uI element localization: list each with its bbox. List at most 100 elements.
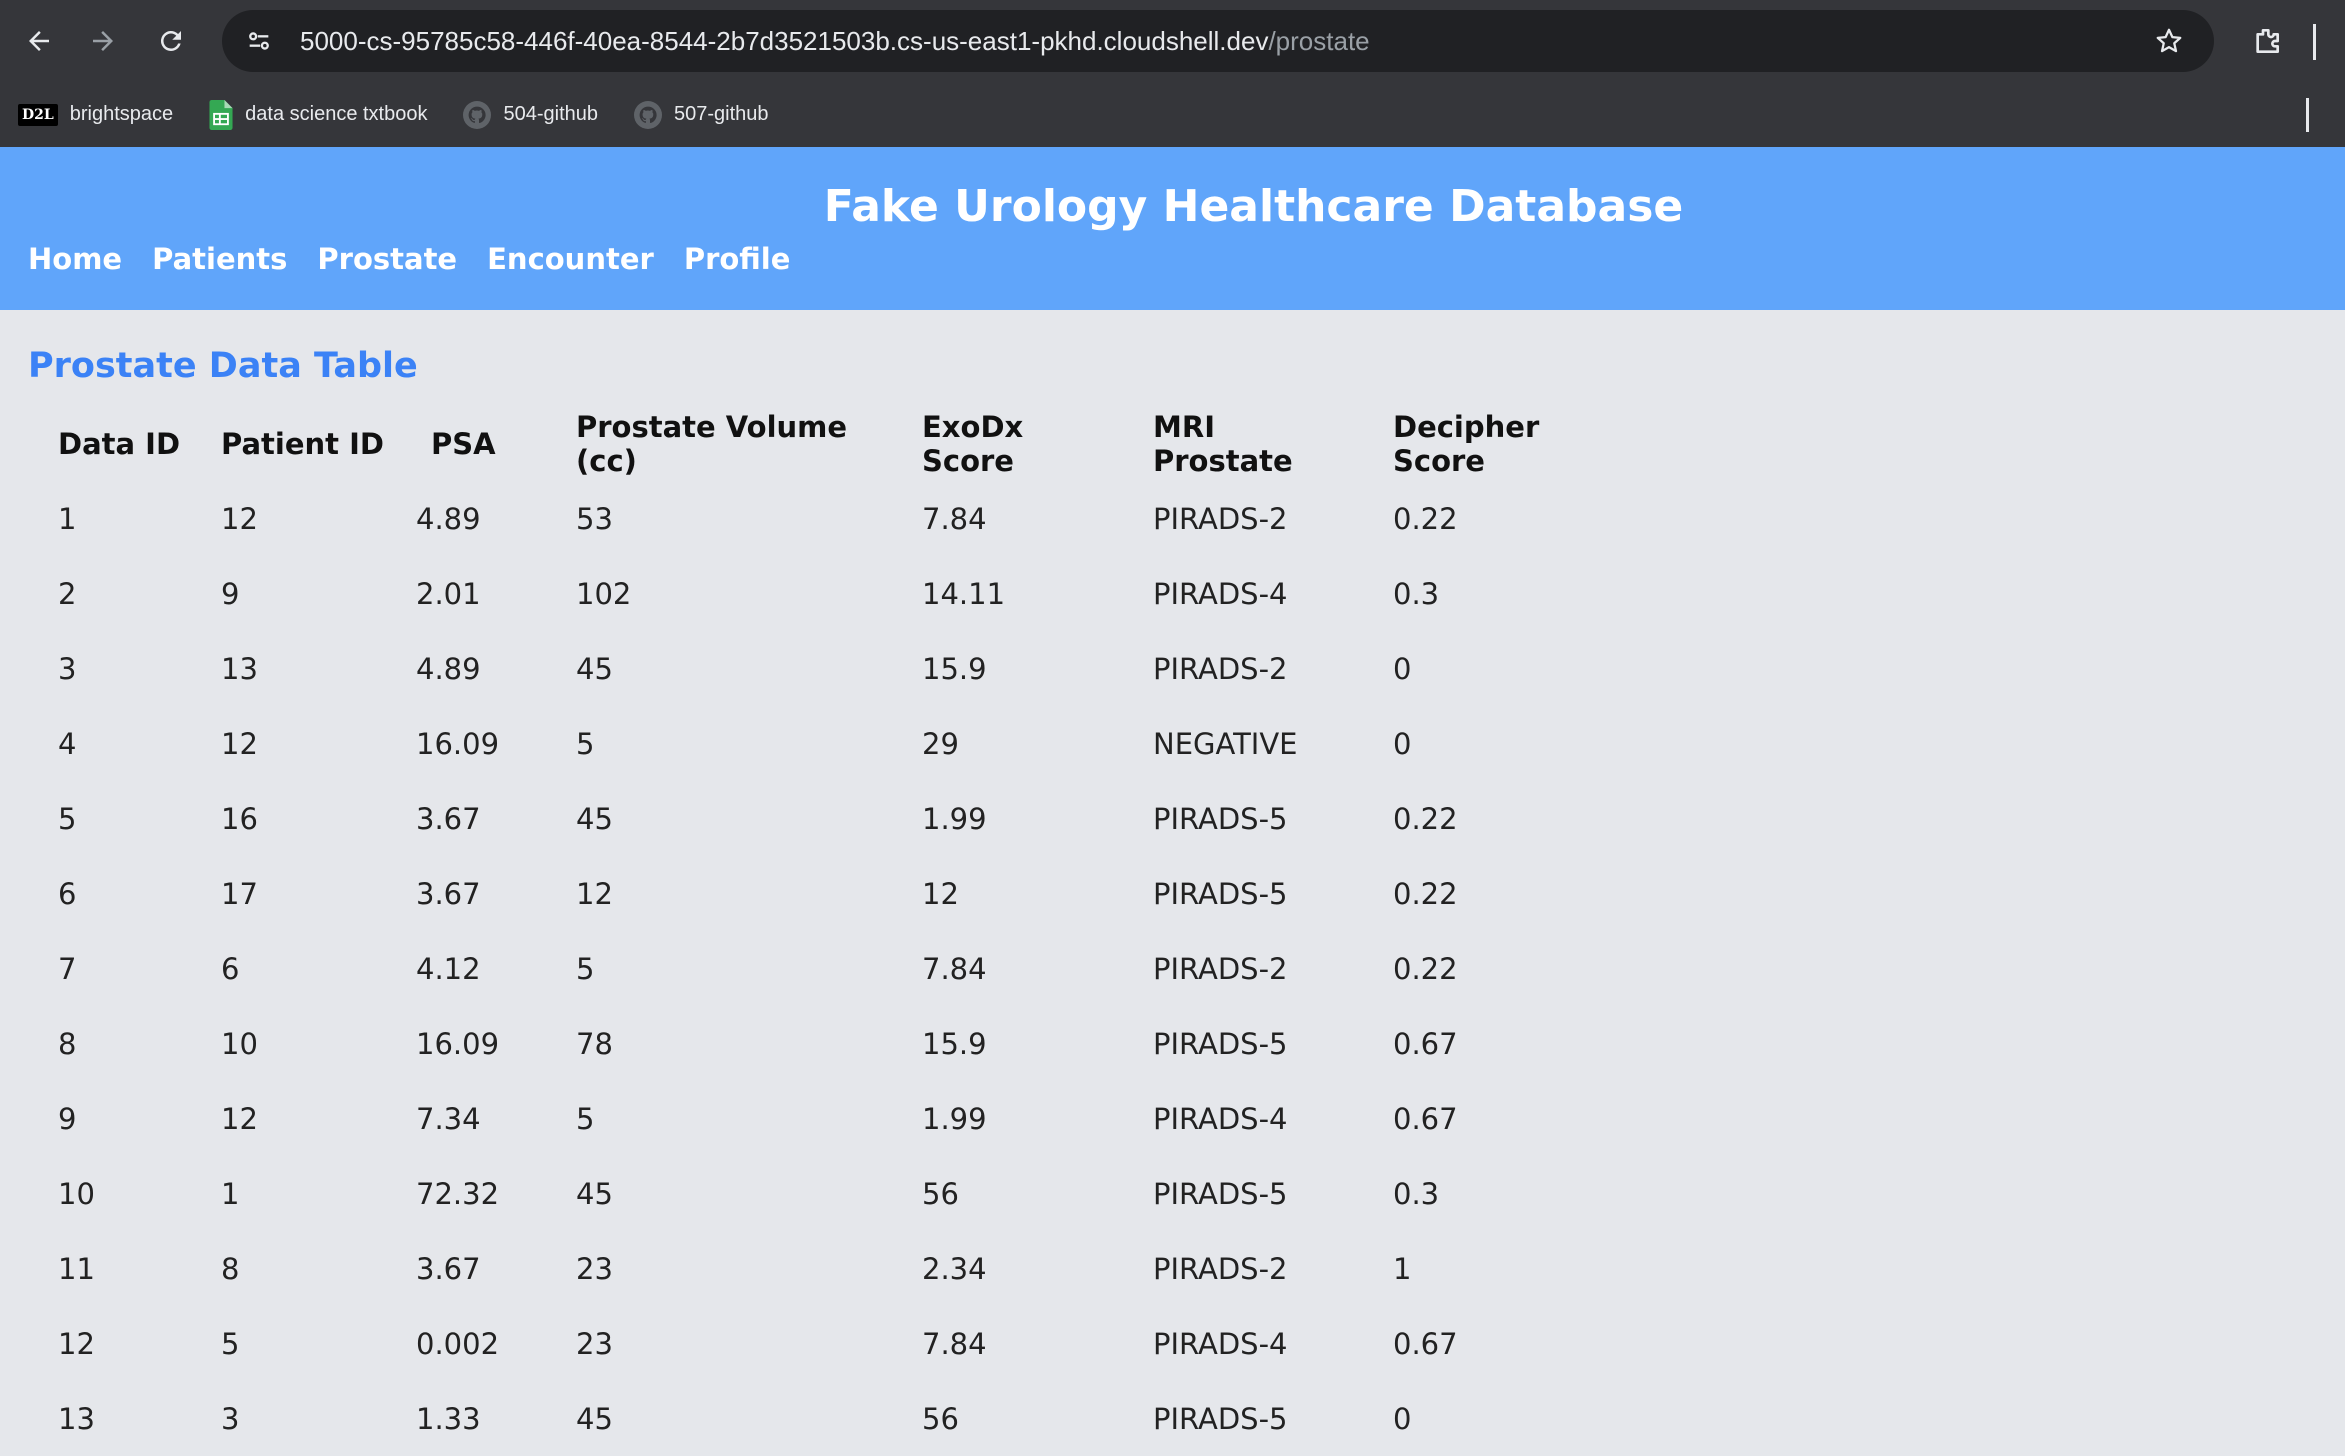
- bookmark-504-github[interactable]: 504-github: [463, 100, 599, 129]
- table-cell: 7.34: [416, 1101, 481, 1136]
- table-cell: PIRADS-5: [1153, 801, 1288, 836]
- table-row: 8 10 16.09 78 15.9 PIRADS-5 0.67: [28, 1006, 1613, 1081]
- table-cell: 16.09: [416, 1026, 500, 1061]
- table-cell: 4.89: [416, 651, 481, 686]
- table-row: 5 16 3.67 45 1.99 PIRADS-5 0.22: [28, 781, 1613, 856]
- column-header: Patient ID: [221, 426, 384, 461]
- table-cell: 8: [221, 1251, 240, 1286]
- table-cell: 9: [221, 576, 240, 611]
- sheets-icon: [209, 99, 233, 130]
- table-cell: 0.002: [416, 1326, 500, 1361]
- table-row: 7 6 4.12 5 7.84 PIRADS-2 0.22: [28, 931, 1613, 1006]
- table-header-row: Data ID Patient ID PSA Prostate Volume (…: [28, 406, 1613, 481]
- table-cell: 0.3: [1393, 1176, 1440, 1211]
- d2l-icon: D2L: [18, 103, 58, 126]
- table-row: 4 12 16.09 5 29 NEGATIVE 0: [28, 706, 1613, 781]
- table-cell: 7.84: [922, 1326, 987, 1361]
- section-title: Prostate Data Table: [28, 346, 418, 386]
- table-cell: 11: [58, 1251, 95, 1286]
- table-cell: 0.22: [1393, 501, 1458, 536]
- table-cell: PIRADS-4: [1153, 576, 1288, 611]
- main-content: Prostate Data Table Data ID Patient ID P…: [0, 310, 2345, 1456]
- nav-patients[interactable]: Patients: [152, 242, 287, 276]
- table-cell: 1: [1393, 1251, 1412, 1286]
- table-cell: PIRADS-2: [1153, 651, 1288, 686]
- table-cell: 17: [221, 876, 258, 911]
- reload-icon[interactable]: [148, 18, 194, 64]
- nav-home[interactable]: Home: [28, 242, 122, 276]
- github-icon: [463, 100, 492, 129]
- table-cell: 6: [221, 951, 240, 986]
- table-cell: 2.01: [416, 576, 481, 611]
- url-host: 5000-cs-95785c58-446f-40ea-8544-2b7d3521…: [300, 25, 1269, 56]
- table-cell: 1: [58, 501, 77, 536]
- table-cell: 0.22: [1393, 876, 1458, 911]
- table-cell: 0.22: [1393, 951, 1458, 986]
- table-cell: 1.99: [922, 801, 987, 836]
- table-cell: 56: [922, 1176, 959, 1211]
- bookmarks-bar: D2L brightspace data science txtbook 504…: [0, 82, 2345, 147]
- table-cell: PIRADS-5: [1153, 1026, 1288, 1061]
- table-cell: 10: [58, 1176, 95, 1211]
- address-bar[interactable]: 5000-cs-95785c58-446f-40ea-8544-2b7d3521…: [222, 10, 2214, 72]
- table-cell: PIRADS-2: [1153, 1251, 1288, 1286]
- table-cell: 7.84: [922, 501, 987, 536]
- bookmark-star-icon[interactable]: [2146, 18, 2192, 64]
- table-cell: 5: [576, 951, 595, 986]
- extensions-icon[interactable]: [2244, 18, 2290, 64]
- table-cell: 3.67: [416, 1251, 481, 1286]
- table-cell: 102: [576, 576, 632, 611]
- bookmark-label: 504-github: [503, 103, 599, 125]
- table-cell: 0.67: [1393, 1026, 1458, 1061]
- table-cell: 12: [922, 876, 959, 911]
- table-cell: PIRADS-2: [1153, 951, 1288, 986]
- table-cell: 14.11: [922, 576, 1006, 611]
- table-row: 2 9 2.01 102 14.11 PIRADS-4 0.3: [28, 556, 1613, 631]
- table-cell: 5: [576, 1101, 595, 1136]
- table-cell: 78: [576, 1026, 613, 1061]
- table-cell: 0.67: [1393, 1326, 1458, 1361]
- table-body: 1 12 4.89 53 7.84 PIRADS-2 0.22 2 9 2.01 102 14.11 P…: [28, 481, 1613, 1456]
- nav-profile[interactable]: Profile: [684, 242, 791, 276]
- table-cell: 12: [58, 1326, 95, 1361]
- table-cell: PIRADS-2: [1153, 501, 1288, 536]
- table-cell: 4.89: [416, 501, 481, 536]
- browser-toolbar: 5000-cs-95785c58-446f-40ea-8544-2b7d3521…: [0, 0, 2345, 82]
- table-cell: 0: [1393, 651, 1412, 686]
- table-cell: PIRADS-4: [1153, 1326, 1288, 1361]
- table-cell: 16.09: [416, 726, 500, 761]
- table-cell: 23: [576, 1326, 613, 1361]
- prostate-data-table: Data ID Patient ID PSA Prostate Volume (…: [28, 406, 1613, 1456]
- table-cell: 15.9: [922, 651, 987, 686]
- table-cell: 0: [1393, 726, 1412, 761]
- table-cell: PIRADS-5: [1153, 1176, 1288, 1211]
- bookmark-brightspace[interactable]: D2L brightspace: [18, 103, 173, 126]
- bookmark-data-science-txtbook[interactable]: data science txtbook: [209, 99, 427, 130]
- bookmark-507-github[interactable]: 507-github: [634, 100, 769, 129]
- nav-encounter[interactable]: Encounter: [487, 242, 654, 276]
- nav-prostate[interactable]: Prostate: [317, 242, 457, 276]
- table-cell: 12: [221, 501, 258, 536]
- github-icon: [634, 100, 663, 129]
- table-cell: 7: [58, 951, 77, 986]
- column-header: MRI Prostate: [1153, 409, 1293, 478]
- forward-icon[interactable]: [80, 18, 126, 64]
- column-header: PSA: [431, 426, 496, 461]
- table-cell: 6: [58, 876, 77, 911]
- bookmark-label: 507-github: [674, 103, 769, 125]
- back-icon[interactable]: [16, 18, 62, 64]
- table-cell: 53: [576, 501, 613, 536]
- table-cell: 4: [58, 726, 77, 761]
- site-info-icon[interactable]: [236, 18, 282, 64]
- table-cell: 2.34: [922, 1251, 987, 1286]
- bookmark-label: brightspace: [69, 103, 174, 125]
- table-cell: 23: [576, 1251, 613, 1286]
- table-cell: 3.67: [416, 801, 481, 836]
- url-path: /prostate: [1268, 25, 1370, 56]
- table-cell: 16: [221, 801, 258, 836]
- table-cell: 45: [576, 1176, 613, 1211]
- table-cell: 9: [58, 1101, 77, 1136]
- table-row: 3 13 4.89 45 15.9 PIRADS-2 0: [28, 631, 1613, 706]
- table-cell: 4.12: [416, 951, 481, 986]
- table-row: 11 8 3.67 23 2.34 PIRADS-2 1: [28, 1231, 1613, 1306]
